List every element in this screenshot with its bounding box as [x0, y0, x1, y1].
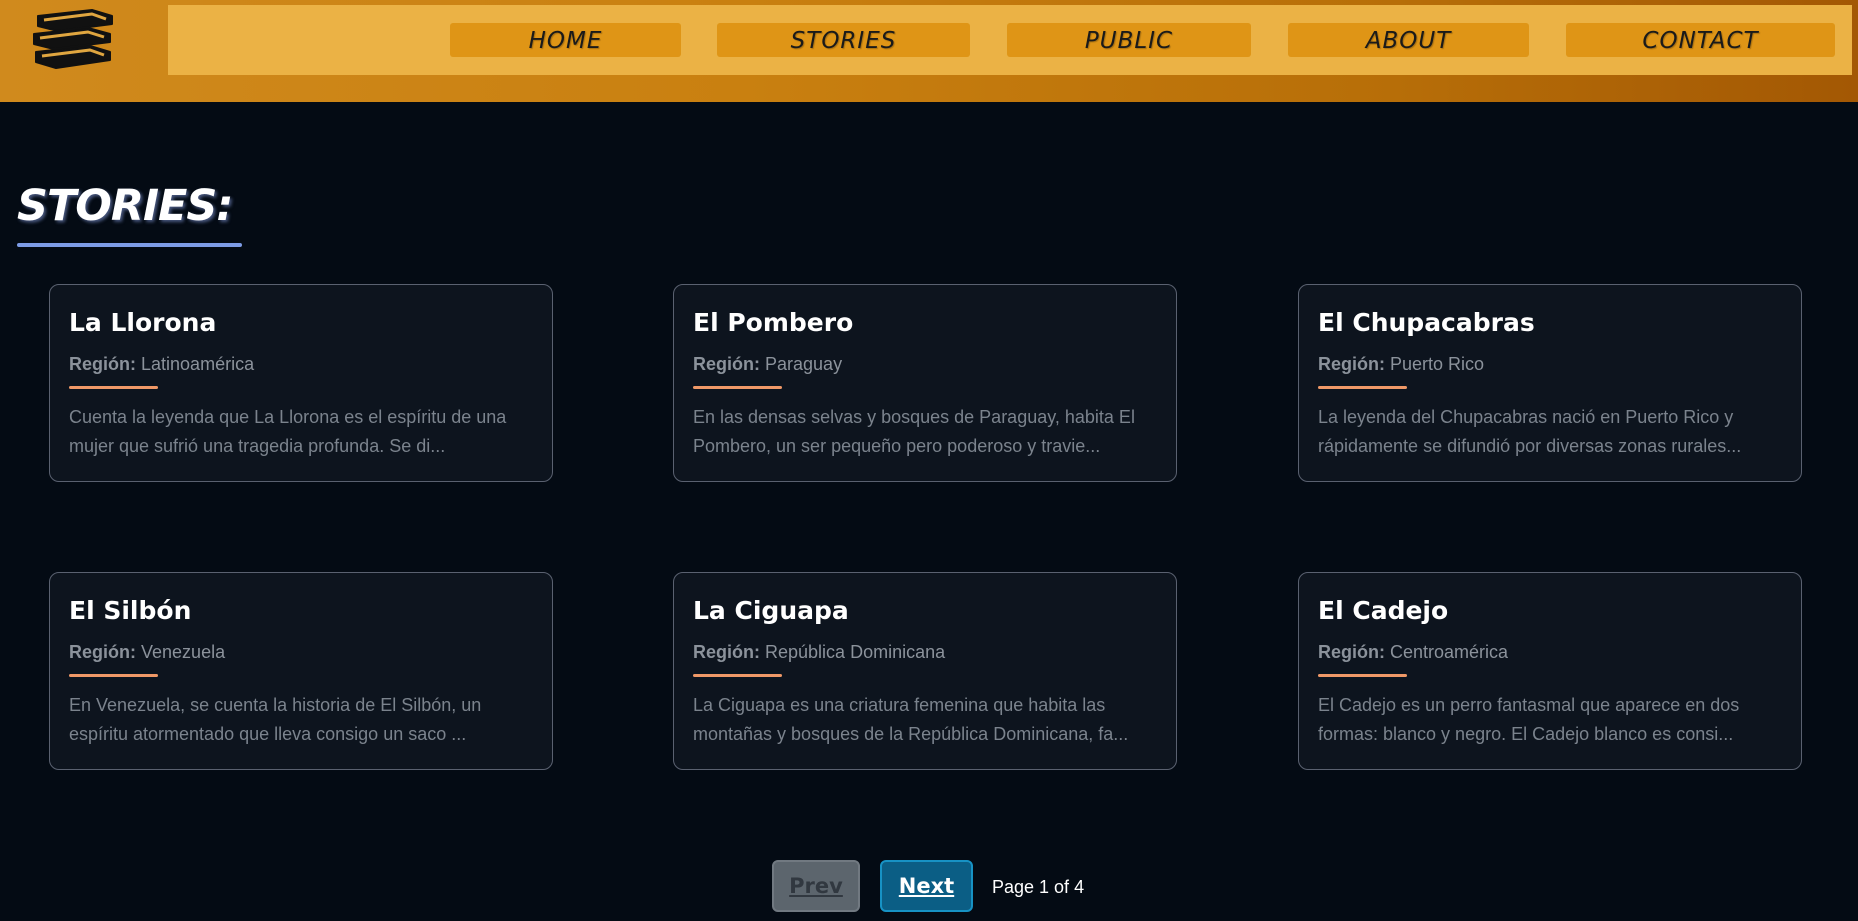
story-region: Región: Paraguay: [693, 352, 842, 376]
card-divider: [69, 674, 158, 677]
story-card[interactable]: El Chupacabras Región: Puerto Rico La le…: [1298, 284, 1802, 482]
story-title: La Ciguapa: [693, 596, 849, 625]
page-title: STORIES:: [17, 181, 234, 231]
story-title: El Silbón: [69, 596, 192, 625]
story-title: El Chupacabras: [1318, 308, 1535, 337]
region-value: Latinoamérica: [141, 354, 255, 374]
card-divider: [1318, 386, 1407, 389]
story-excerpt: En Venezuela, se cuenta la historia de E…: [69, 695, 482, 744]
nav-stories[interactable]: STORIES: [717, 23, 970, 57]
card-divider: [693, 386, 782, 389]
prev-button[interactable]: Prev: [772, 860, 860, 912]
region-label: Región:: [69, 642, 136, 662]
region-label: Región:: [693, 354, 760, 374]
story-excerpt: La Ciguapa es una criatura femenina que …: [693, 695, 1129, 744]
story-title: La Llorona: [69, 308, 217, 337]
next-button[interactable]: Next: [880, 860, 973, 912]
nav-public[interactable]: PUBLIC: [1007, 23, 1251, 57]
stacked-books-icon[interactable]: [30, 6, 116, 72]
region-label: Región:: [693, 642, 760, 662]
story-card[interactable]: La Ciguapa Región: República Dominicana …: [673, 572, 1177, 770]
site-header: HOME STORIES PUBLIC ABOUT CONTACT: [0, 0, 1858, 102]
story-region: Región: Puerto Rico: [1318, 352, 1484, 376]
story-region: Región: República Dominicana: [693, 640, 945, 664]
nav-bar: HOME STORIES PUBLIC ABOUT CONTACT: [168, 5, 1852, 75]
story-excerpt: El Cadejo es un perro fantasmal que apar…: [1318, 695, 1740, 744]
region-label: Región:: [69, 354, 136, 374]
nav-about[interactable]: ABOUT: [1288, 23, 1529, 57]
story-region: Región: Latinoamérica: [69, 352, 254, 376]
card-divider: [1318, 674, 1407, 677]
region-value: Puerto Rico: [1390, 354, 1485, 374]
region-label: Región:: [1318, 642, 1385, 662]
story-region: Región: Centroamérica: [1318, 640, 1508, 664]
story-excerpt: Cuenta la leyenda que La Llorona es el e…: [69, 407, 507, 456]
region-value: Centroamérica: [1390, 642, 1509, 662]
story-title: El Cadejo: [1318, 596, 1449, 625]
region-value: República Dominicana: [765, 642, 946, 662]
story-card[interactable]: La Llorona Región: Latinoamérica Cuenta …: [49, 284, 553, 482]
story-title: El Pombero: [693, 308, 854, 337]
story-region: Región: Venezuela: [69, 640, 225, 664]
region-value: Venezuela: [141, 642, 226, 662]
page-indicator: Page 1 of 4: [992, 877, 1085, 897]
nav-home[interactable]: HOME: [450, 23, 681, 57]
story-excerpt: La leyenda del Chupacabras nació en Puer…: [1318, 407, 1742, 456]
story-card[interactable]: El Cadejo Región: Centroamérica El Cadej…: [1298, 572, 1802, 770]
story-card[interactable]: El Silbón Región: Venezuela En Venezuela…: [49, 572, 553, 770]
story-card[interactable]: El Pombero Región: Paraguay En las densa…: [673, 284, 1177, 482]
story-excerpt: En las densas selvas y bosques de Paragu…: [693, 407, 1135, 456]
region-value: Paraguay: [765, 354, 843, 374]
card-divider: [693, 674, 782, 677]
card-divider: [69, 386, 158, 389]
nav-contact[interactable]: CONTACT: [1566, 23, 1835, 57]
title-underline: [17, 243, 242, 247]
region-label: Región:: [1318, 354, 1385, 374]
